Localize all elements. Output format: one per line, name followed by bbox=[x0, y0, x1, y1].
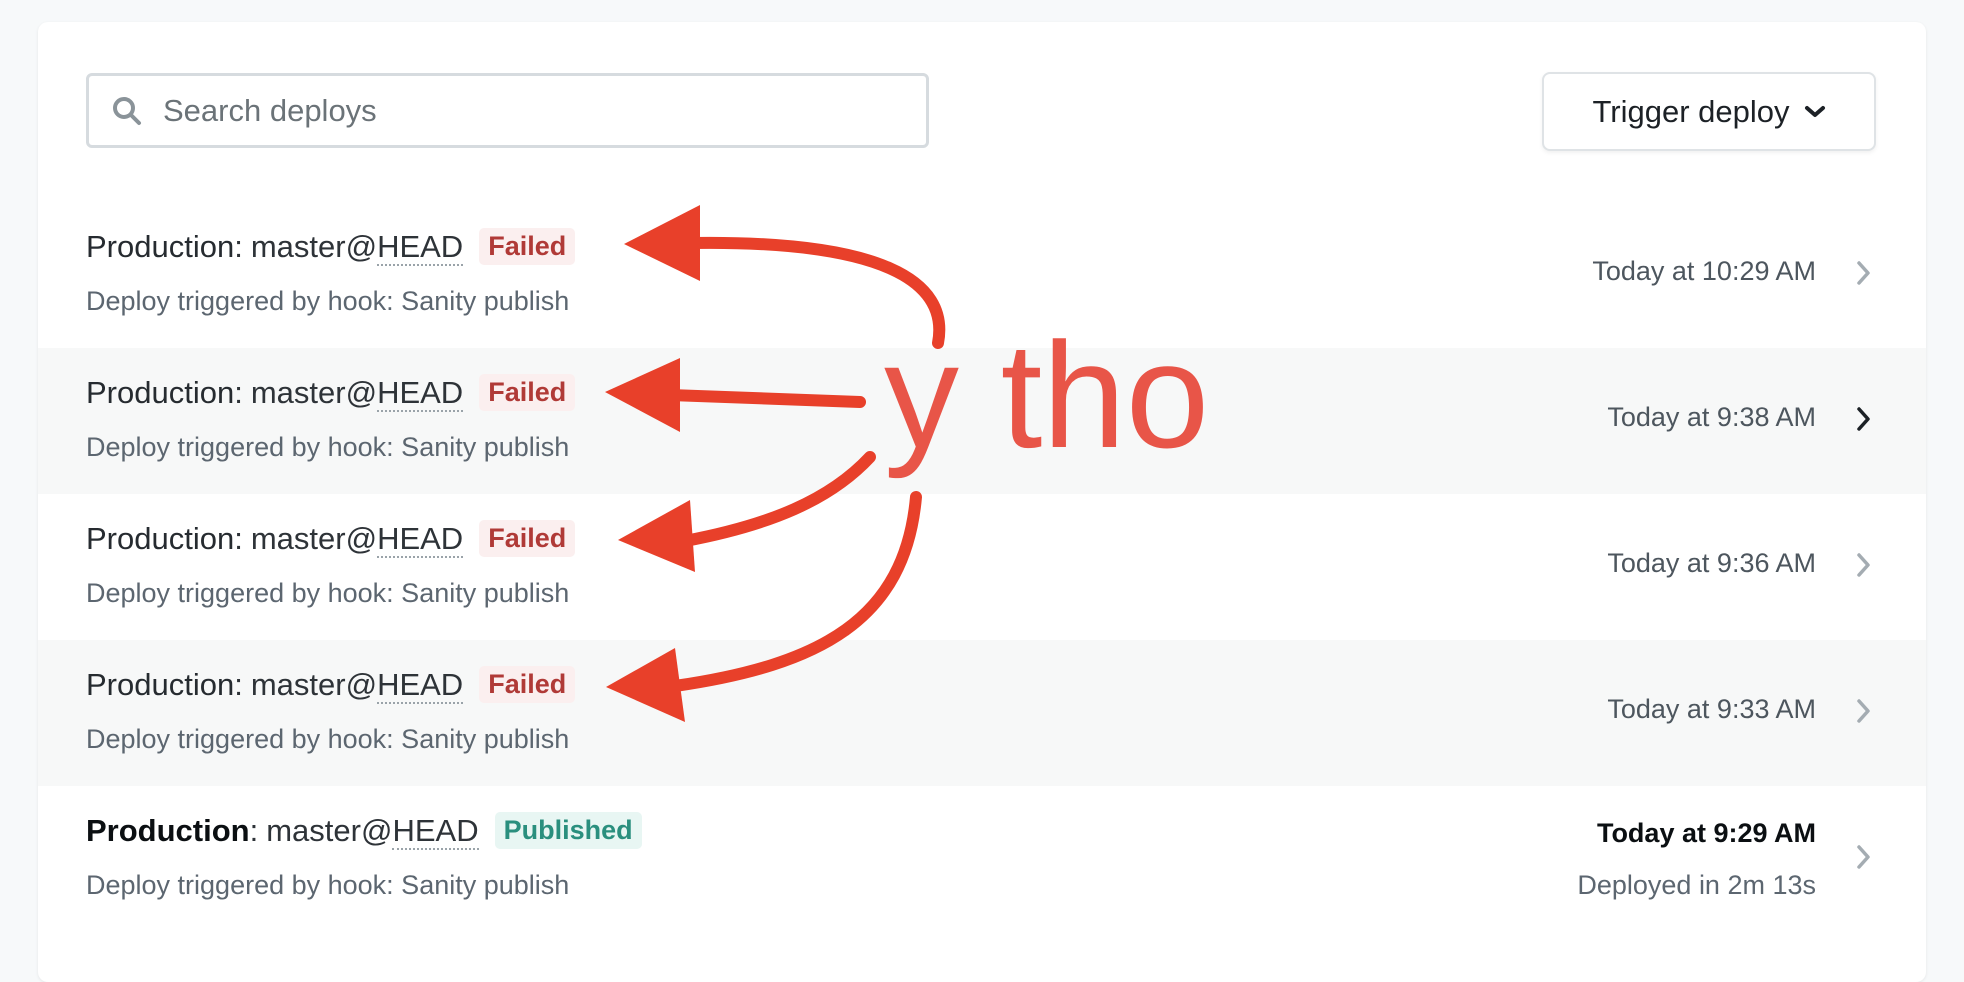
deploy-description: Deploy triggered by hook: Sanity publish bbox=[86, 724, 570, 754]
deploy-row[interactable]: Production: master@HEAD Failed Deploy tr… bbox=[38, 494, 1926, 640]
annotation-text: y tho bbox=[884, 311, 1210, 479]
chevron-right-icon bbox=[1854, 550, 1874, 580]
deploy-title: Production: master@HEAD Failed bbox=[86, 520, 576, 558]
deploy-commit-ref: HEAD bbox=[377, 666, 464, 704]
status-badge: Failed bbox=[479, 374, 576, 411]
deploy-description: Deploy triggered by hook: Sanity publish bbox=[86, 578, 570, 608]
deploy-ref: master@HEAD bbox=[250, 228, 464, 266]
status-badge: Published bbox=[494, 812, 642, 849]
deploy-separator: : bbox=[249, 812, 259, 848]
deploy-environment: Production bbox=[86, 666, 235, 702]
trigger-deploy-button[interactable]: Trigger deploy bbox=[1542, 72, 1876, 151]
search-icon bbox=[109, 93, 145, 129]
deploy-commit-ref: HEAD bbox=[377, 228, 464, 266]
deploy-title: Production: master@HEAD Failed bbox=[86, 228, 576, 266]
deploy-commit-ref: HEAD bbox=[392, 812, 479, 850]
deploy-branch: master@ bbox=[250, 666, 378, 702]
deploy-ref: master@HEAD bbox=[250, 666, 464, 704]
deploy-time: Today at 9:38 AM bbox=[1607, 402, 1816, 432]
deploy-title: Production: master@HEAD Failed bbox=[86, 374, 576, 412]
deploy-description: Deploy triggered by hook: Sanity publish bbox=[86, 286, 570, 316]
deploy-time: Today at 10:29 AM bbox=[1592, 256, 1816, 286]
deploy-branch: master@ bbox=[266, 812, 393, 848]
deploy-separator: : bbox=[234, 666, 243, 702]
deploy-time: Today at 9:33 AM bbox=[1607, 694, 1816, 724]
deploy-ref: master@HEAD bbox=[266, 812, 479, 850]
deploy-separator: : bbox=[234, 374, 243, 410]
deploy-environment: Production bbox=[86, 374, 235, 410]
chevron-right-icon bbox=[1854, 404, 1874, 434]
deploy-title: Production: master@HEAD Failed bbox=[86, 666, 576, 704]
deploy-ref: master@HEAD bbox=[250, 520, 464, 558]
search-input[interactable] bbox=[161, 91, 885, 130]
deploys-card: Trigger deploy Production: master@HEAD F… bbox=[38, 22, 1926, 982]
deploy-branch: master@ bbox=[250, 520, 378, 556]
chevron-right-icon bbox=[1854, 696, 1874, 726]
status-badge: Failed bbox=[479, 666, 576, 703]
deploy-branch: master@ bbox=[250, 374, 378, 410]
deploy-ref: master@HEAD bbox=[250, 374, 464, 412]
deploy-branch: master@ bbox=[250, 228, 378, 264]
deploy-time: Today at 9:36 AM bbox=[1607, 548, 1816, 578]
deploy-time: Today at 9:29 AM bbox=[1596, 818, 1816, 848]
deploy-commit-ref: HEAD bbox=[377, 520, 464, 558]
deploy-commit-ref: HEAD bbox=[377, 374, 464, 412]
deploy-environment: Production bbox=[86, 520, 235, 556]
trigger-deploy-label: Trigger deploy bbox=[1592, 93, 1790, 129]
deploy-duration: Deployed in 2m 13s bbox=[1577, 870, 1816, 900]
chevron-right-icon bbox=[1854, 842, 1874, 872]
deploys-toolbar: Trigger deploy bbox=[38, 22, 1926, 202]
status-badge: Failed bbox=[479, 520, 576, 557]
search-box[interactable] bbox=[86, 73, 929, 148]
chevron-right-icon bbox=[1854, 258, 1874, 288]
deploy-description: Deploy triggered by hook: Sanity publish bbox=[86, 870, 570, 900]
deploy-row[interactable]: Production: master@HEAD Failed Deploy tr… bbox=[38, 640, 1926, 786]
deploy-title: Production: master@HEAD Published bbox=[86, 812, 642, 850]
deploy-row[interactable]: Production: master@HEAD Published Deploy… bbox=[38, 786, 1926, 932]
deploy-description: Deploy triggered by hook: Sanity publish bbox=[86, 432, 570, 462]
deploy-environment: Production bbox=[86, 812, 250, 848]
chevron-down-icon bbox=[1804, 105, 1826, 119]
deploy-environment: Production bbox=[86, 228, 235, 264]
deploy-separator: : bbox=[234, 520, 243, 556]
deploy-separator: : bbox=[234, 228, 243, 264]
status-badge: Failed bbox=[479, 228, 576, 265]
